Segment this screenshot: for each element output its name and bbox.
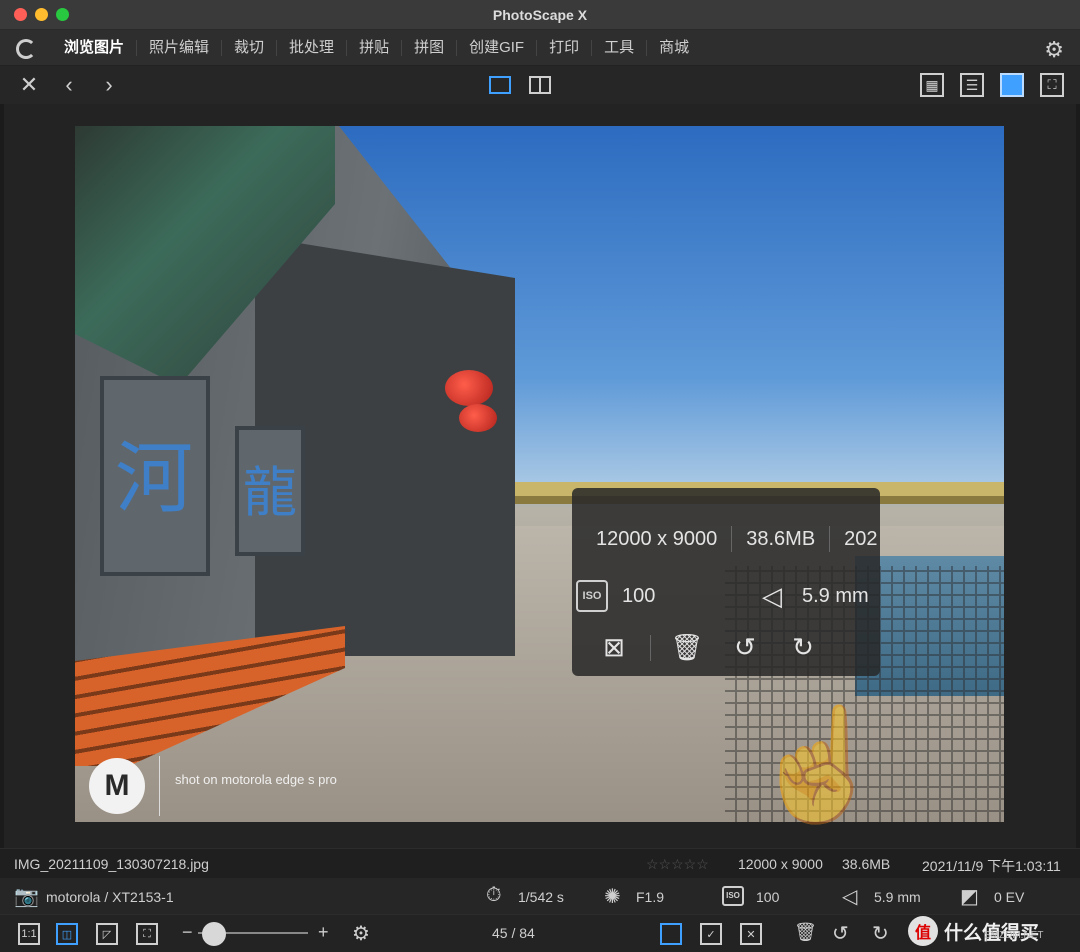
overlay-separator bbox=[731, 526, 733, 552]
grid-view-icon[interactable]: ▦ bbox=[920, 73, 944, 97]
view-settings-gear-icon[interactable]: ⚙ bbox=[352, 921, 370, 946]
rating-stars[interactable]: ☆☆☆☆☆ bbox=[646, 856, 709, 873]
zoom-slider-knob[interactable] bbox=[202, 922, 226, 946]
menu-store[interactable]: 商城 bbox=[647, 40, 701, 56]
viewer-toolbar: ✕ ‹ › ▦ ☰ ⛶ bbox=[0, 66, 1080, 104]
iso-value: 100 bbox=[756, 889, 780, 905]
menu-batch[interactable]: 批处理 bbox=[277, 40, 348, 56]
list-view-icon[interactable]: ☰ bbox=[960, 73, 984, 97]
settings-gear-icon[interactable]: ⚙ bbox=[1044, 37, 1064, 63]
aperture-icon: ✺ bbox=[604, 886, 621, 908]
menu-editor[interactable]: 照片编辑 bbox=[137, 40, 223, 56]
site-logo-icon: 值 bbox=[908, 916, 938, 946]
zoom-out-icon[interactable]: − bbox=[182, 922, 193, 943]
overlay-iso: 100 bbox=[622, 584, 656, 607]
info-overlay: 12000 x 9000 38.6MB 202 ISO 100 ◁ 5.9 mm… bbox=[572, 488, 880, 676]
exposure-value: 0 EV bbox=[994, 889, 1025, 905]
image-counter: 45 / 84 bbox=[492, 925, 535, 941]
menu-combine[interactable]: 拼图 bbox=[402, 40, 458, 56]
photo-lantern bbox=[445, 370, 493, 406]
motorola-logo-icon: M bbox=[89, 758, 145, 814]
info-filesize: 38.6MB bbox=[842, 856, 891, 872]
shutter-speed: 1/542 s bbox=[518, 889, 564, 905]
actual-size-button[interactable]: 1:1 bbox=[18, 923, 40, 945]
exposure-icon: ◩ bbox=[960, 886, 979, 908]
menu-viewer[interactable]: 浏览图片 bbox=[52, 40, 138, 56]
overlay-filesize: 38.6MB bbox=[746, 527, 816, 550]
menu-tools[interactable]: 工具 bbox=[592, 40, 648, 56]
fit-window-icon[interactable]: ◫ bbox=[56, 923, 78, 945]
app-logo-icon[interactable] bbox=[16, 39, 36, 59]
camera-model: motorola / XT2153-1 bbox=[46, 889, 174, 905]
exif-bar: 📷 motorola / XT2153-1 ⏱ 1/542 s ✺ F1.9 I… bbox=[0, 878, 1080, 914]
photo-sign-char: 河 bbox=[115, 434, 194, 524]
overlay-separator bbox=[829, 526, 831, 552]
photo-sign-char-2: 龍 bbox=[243, 461, 297, 524]
previous-icon[interactable]: ‹ bbox=[56, 72, 82, 98]
watermark-divider bbox=[159, 756, 160, 816]
main-menu-bar: 浏览图片 照片编辑 裁切 批处理 拼贴 拼图 创建GIF 打印 工具 商城 ⚙ bbox=[0, 30, 1080, 66]
trash-icon[interactable]: 🗑 bbox=[667, 632, 707, 663]
select-icon[interactable] bbox=[660, 923, 682, 945]
menu-print[interactable]: 打印 bbox=[537, 40, 593, 56]
iso-icon: ISO bbox=[576, 580, 608, 612]
photo-watermark-text: shot on motorola edge s pro bbox=[175, 772, 337, 787]
info-resolution: 12000 x 9000 bbox=[738, 856, 823, 872]
next-icon[interactable]: › bbox=[96, 72, 122, 98]
iso-icon: ISO bbox=[722, 886, 744, 906]
single-view-icon[interactable] bbox=[489, 76, 511, 94]
overlay-actions: ⊠ 🗑 ↺ ↻ bbox=[572, 632, 880, 663]
shutter-timer-icon: ⏱ bbox=[486, 884, 502, 906]
window-title: PhotoScape X bbox=[492, 7, 588, 23]
overlay-separator bbox=[650, 634, 651, 661]
overlay-resolution: 12000 x 9000 bbox=[596, 527, 718, 550]
trash-icon[interactable]: 🗑 bbox=[794, 922, 817, 943]
overlay-date: 202 bbox=[844, 527, 878, 550]
hand-cursor-icon: ☝ bbox=[750, 703, 887, 826]
photo-lantern-2 bbox=[459, 404, 497, 432]
info-datetime: 2021/11/9 下午1:03:11 bbox=[922, 858, 1061, 874]
focal-length: 5.9 mm bbox=[874, 889, 921, 905]
menu-cut[interactable]: 裁切 bbox=[222, 40, 278, 56]
aperture-value: F1.9 bbox=[636, 889, 665, 905]
site-domain: SMZDM.NET bbox=[984, 930, 1044, 941]
overlay-row-exif: ISO 100 ◁ 5.9 mm bbox=[572, 580, 880, 612]
fill-window-icon[interactable]: ◸ bbox=[96, 923, 118, 945]
compare-view-icon[interactable] bbox=[529, 76, 551, 94]
fullscreen-fit-icon[interactable]: ⛶ bbox=[136, 923, 158, 945]
rotate-left-icon[interactable]: ↺ bbox=[725, 632, 765, 663]
check-icon[interactable]: ✓ bbox=[700, 923, 722, 945]
camera-icon: 📷 bbox=[14, 886, 39, 908]
reject-icon[interactable]: ✕ bbox=[740, 923, 762, 945]
reject-icon[interactable]: ⊠ bbox=[594, 632, 634, 663]
menu-gif[interactable]: 创建GIF bbox=[457, 40, 538, 56]
file-info-bar: IMG_20211109_130307218.jpg ☆☆☆☆☆ 12000 x… bbox=[0, 848, 1080, 878]
filename: IMG_20211109_130307218.jpg bbox=[14, 856, 209, 872]
fullscreen-icon[interactable]: ⛶ bbox=[1040, 73, 1064, 97]
photo-view-icon[interactable] bbox=[1000, 73, 1024, 97]
close-icon[interactable]: ✕ bbox=[16, 72, 42, 98]
overlay-focal: 5.9 mm bbox=[802, 584, 869, 607]
focal-length-icon: ◁ bbox=[842, 886, 858, 908]
overlay-row-resolution: 12000 x 9000 38.6MB 202 bbox=[572, 526, 880, 552]
rotate-left-icon[interactable]: ↺ bbox=[832, 921, 849, 946]
focal-length-icon: ◁ bbox=[762, 580, 782, 611]
title-bar: PhotoScape X bbox=[0, 0, 1080, 30]
main-menu: 浏览图片 照片编辑 裁切 批处理 拼贴 拼图 创建GIF 打印 工具 商城 bbox=[52, 30, 701, 66]
rotate-right-icon[interactable]: ↻ bbox=[783, 632, 823, 663]
zoom-in-icon[interactable]: + bbox=[318, 922, 329, 943]
menu-collage[interactable]: 拼贴 bbox=[347, 40, 403, 56]
rotate-right-icon[interactable]: ↻ bbox=[872, 921, 889, 946]
